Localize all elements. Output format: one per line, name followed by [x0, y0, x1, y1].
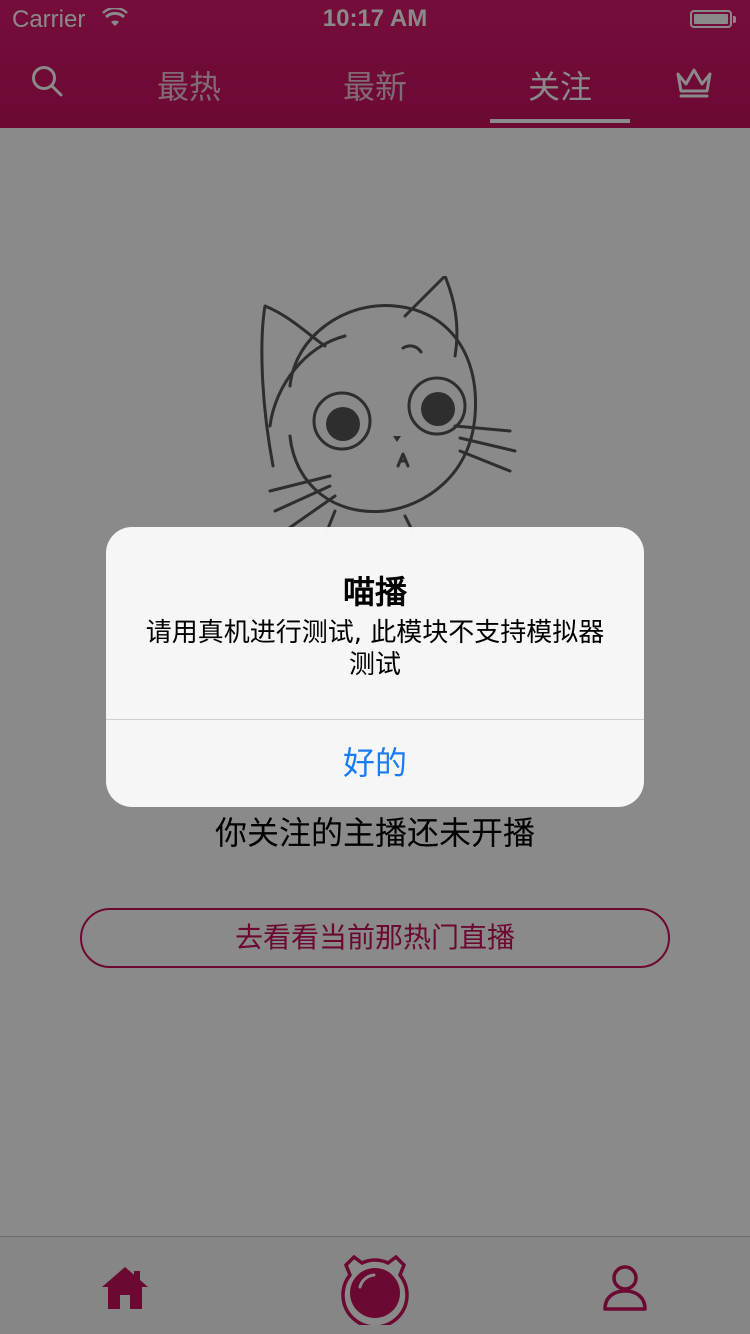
alert-dialog: 喵播 请用真机进行测试, 此模块不支持模拟器测试 好的 — [106, 527, 644, 807]
alert-ok-button[interactable]: 好的 — [106, 720, 644, 807]
alert-message: 请用真机进行测试, 此模块不支持模拟器测试 — [145, 618, 605, 680]
alert-title: 喵播 — [342, 573, 407, 611]
